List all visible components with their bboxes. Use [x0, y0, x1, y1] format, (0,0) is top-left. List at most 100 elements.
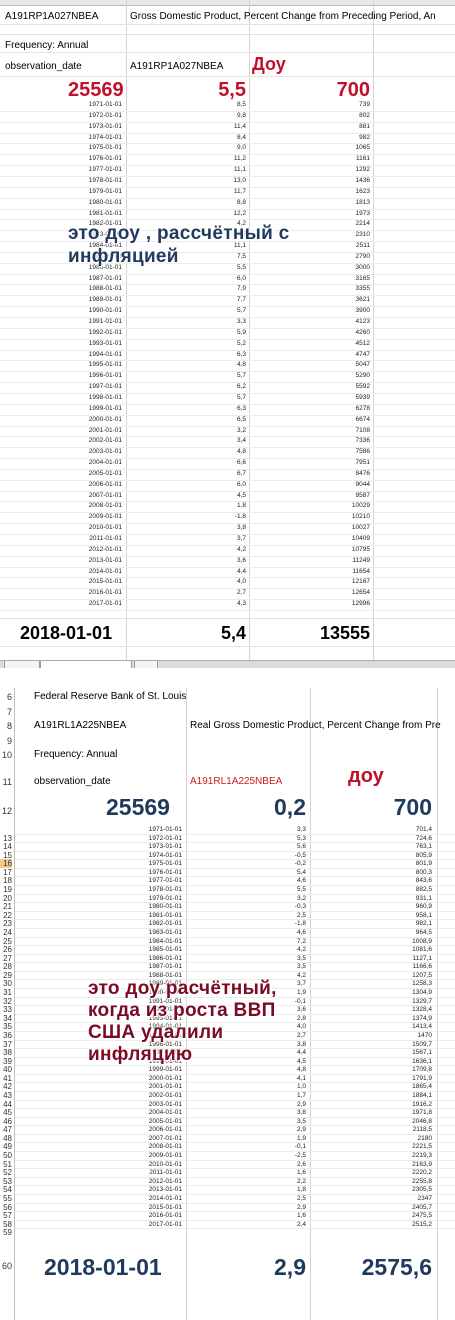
table-cell-dow[interactable]: 1636,1: [350, 1058, 432, 1066]
table-cell-date[interactable]: 2010-01-01: [60, 525, 122, 532]
table-cell-value[interactable]: 3,3: [230, 826, 306, 834]
cell-series-id[interactable]: A191RP1A027NBEA: [5, 12, 98, 22]
table-cell-value[interactable]: 6,0: [170, 481, 246, 489]
cell-last-value[interactable]: 5,4: [180, 624, 246, 642]
table-cell-date[interactable]: 1987-01-01: [60, 275, 122, 283]
table-cell-date[interactable]: 2015-01-01: [60, 579, 122, 586]
table-cell-dow[interactable]: 805,9: [350, 852, 432, 860]
table-cell-dow[interactable]: 763,1: [350, 844, 432, 851]
table-cell-value[interactable]: 4,2: [230, 947, 306, 954]
table-cell-value[interactable]: 2,9: [230, 1204, 306, 1212]
table-cell-value[interactable]: 9,8: [170, 112, 246, 120]
table-cell-date[interactable]: 1977-01-01: [110, 878, 182, 885]
table-cell-value[interactable]: 3,2: [230, 895, 306, 903]
table-cell-value[interactable]: 1,0: [230, 1084, 306, 1091]
table-cell-date[interactable]: 1979-01-01: [110, 895, 182, 903]
table-cell-value[interactable]: 8,8: [170, 199, 246, 207]
table-cell-date[interactable]: 1972-01-01: [110, 835, 182, 843]
cell-series-title[interactable]: Gross Domestic Product, Percent Change f…: [130, 12, 436, 22]
table-cell-dow[interactable]: 6278: [290, 405, 370, 413]
table-cell-value[interactable]: 7,7: [170, 297, 246, 304]
table-cell-dow[interactable]: 1567,1: [350, 1050, 432, 1057]
table-cell-value[interactable]: 7,2: [230, 938, 306, 946]
table-cell-dow[interactable]: 2347: [350, 1195, 432, 1203]
cell-first-dow[interactable]: 700: [300, 80, 370, 100]
table-cell-dow[interactable]: 843,6: [350, 878, 432, 885]
table-cell-date[interactable]: 1992-01-01: [60, 329, 122, 337]
table-cell-value[interactable]: 4,4: [170, 568, 246, 576]
table-cell-dow[interactable]: 7586: [290, 449, 370, 456]
table-cell-value[interactable]: 5,7: [170, 394, 246, 402]
table-cell-date[interactable]: 2006-01-01: [60, 481, 122, 489]
table-cell-dow[interactable]: 7951: [290, 460, 370, 467]
table-cell-value[interactable]: 4,0: [170, 579, 246, 586]
table-cell-dow[interactable]: 2214: [290, 221, 370, 228]
table-cell-date[interactable]: 1980-01-01: [60, 199, 122, 207]
table-cell-value[interactable]: 6,5: [170, 416, 246, 424]
table-cell-dow[interactable]: 12654: [290, 590, 370, 597]
table-cell-dow[interactable]: 2475,5: [350, 1213, 432, 1220]
table-cell-dow[interactable]: 1916,2: [350, 1101, 432, 1109]
table-cell-dow[interactable]: 10210: [290, 514, 370, 521]
table-cell-dow[interactable]: 1623: [290, 188, 370, 196]
table-cell-value[interactable]: -0,5: [230, 852, 306, 860]
table-cell-dow[interactable]: 11249: [290, 557, 370, 565]
cell-first-value[interactable]: 0,2: [220, 796, 306, 819]
table-cell-value[interactable]: 6,6: [170, 460, 246, 467]
table-cell-value[interactable]: 4,8: [170, 449, 246, 456]
table-cell-value[interactable]: -0,2: [230, 861, 306, 868]
table-cell-date[interactable]: 1979-01-01: [60, 188, 122, 196]
table-cell-dow[interactable]: 931,1: [350, 895, 432, 903]
table-cell-date[interactable]: 2017-01-01: [110, 1221, 182, 1229]
table-cell-dow[interactable]: 964,5: [350, 929, 432, 937]
cell-last-date[interactable]: 2018-01-01: [20, 624, 112, 642]
table-cell-date[interactable]: 1991-01-01: [60, 318, 122, 326]
cell-last-dow[interactable]: 2575,6: [320, 1256, 432, 1279]
table-cell-date[interactable]: 2014-01-01: [60, 568, 122, 576]
table-cell-date[interactable]: 1987-01-01: [110, 964, 182, 971]
cell-observation-date-label[interactable]: observation_date: [34, 777, 111, 787]
table-cell-dow[interactable]: 4123: [290, 318, 370, 326]
table-cell-dow[interactable]: 1813: [290, 199, 370, 207]
table-cell-dow[interactable]: 6674: [290, 416, 370, 424]
table-cell-value[interactable]: 2,6: [230, 1161, 306, 1169]
table-cell-dow[interactable]: 982: [290, 134, 370, 142]
table-cell-dow[interactable]: 2310: [290, 232, 370, 239]
row-number[interactable]: 8: [0, 721, 12, 731]
table-cell-value[interactable]: 9,0: [170, 145, 246, 152]
table-cell-date[interactable]: 1973-01-01: [60, 123, 122, 131]
table-cell-date[interactable]: 1995-01-01: [60, 362, 122, 369]
table-cell-dow[interactable]: 1436: [290, 177, 370, 185]
table-cell-dow[interactable]: 2221,5: [350, 1144, 432, 1151]
table-cell-dow[interactable]: 2255,8: [350, 1178, 432, 1186]
table-cell-value[interactable]: 11,1: [170, 167, 246, 174]
row-number[interactable]: 60: [0, 1261, 12, 1271]
cell-first-dow[interactable]: 700: [340, 796, 432, 819]
sheet-tab[interactable]: [134, 661, 158, 668]
table-cell-value[interactable]: 5,7: [170, 308, 246, 315]
table-cell-date[interactable]: 1971-01-01: [110, 826, 182, 834]
table-cell-dow[interactable]: 3000: [290, 264, 370, 272]
table-cell-date[interactable]: 2001-01-01: [60, 427, 122, 435]
table-cell-date[interactable]: 1985-01-01: [110, 947, 182, 954]
table-cell-date[interactable]: 2002-01-01: [110, 1092, 182, 1100]
table-cell-dow[interactable]: 3621: [290, 297, 370, 304]
cell-frequency[interactable]: Frequency: Annual: [34, 750, 117, 760]
table-cell-date[interactable]: 1981-01-01: [110, 912, 182, 920]
table-cell-date[interactable]: 1975-01-01: [60, 145, 122, 152]
table-cell-value[interactable]: 1,8: [170, 503, 246, 510]
table-cell-date[interactable]: 1990-01-01: [60, 308, 122, 315]
table-cell-value[interactable]: 4,8: [170, 362, 246, 369]
table-cell-dow[interactable]: 3165: [290, 275, 370, 283]
table-cell-date[interactable]: 2009-01-01: [60, 514, 122, 521]
table-cell-dow[interactable]: 1413,4: [350, 1024, 432, 1031]
table-cell-value[interactable]: 3,8: [170, 525, 246, 532]
table-cell-dow[interactable]: 2163,9: [350, 1161, 432, 1169]
table-cell-value[interactable]: 4,6: [230, 929, 306, 937]
table-cell-date[interactable]: 2013-01-01: [60, 557, 122, 565]
table-cell-date[interactable]: 1975-01-01: [110, 861, 182, 868]
table-cell-value[interactable]: 6,3: [170, 351, 246, 359]
table-cell-dow[interactable]: 5047: [290, 362, 370, 369]
table-cell-value[interactable]: 4,1: [230, 1075, 306, 1083]
cell-obs-series-label[interactable]: A191RL1A225NBEA: [190, 777, 282, 787]
